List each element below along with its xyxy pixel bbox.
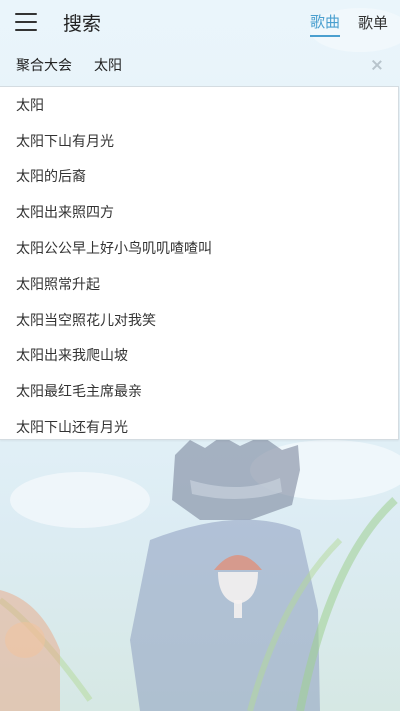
suggestion-item[interactable]: 太阳下山有月光 bbox=[0, 123, 398, 159]
suggestion-item[interactable]: 太阳最红毛主席最亲 bbox=[0, 373, 398, 409]
tab-playlists[interactable]: 歌单 bbox=[358, 8, 388, 37]
search-input[interactable] bbox=[94, 57, 344, 73]
source-selector[interactable]: 聚合大会 bbox=[16, 55, 72, 75]
hamburger-menu-icon[interactable] bbox=[15, 13, 37, 31]
tab-songs[interactable]: 歌曲 bbox=[309, 7, 340, 37]
suggestion-item[interactable]: 太阳下山还有月光 bbox=[0, 409, 398, 445]
page-title: 搜索 bbox=[63, 12, 102, 35]
suggestion-item[interactable]: 太阳 bbox=[0, 87, 398, 123]
suggestion-item[interactable]: 太阳的后裔 bbox=[0, 159, 398, 195]
search-screen: 搜索 歌曲 歌单 聚合大会 太阳 太阳下山有月光 太阳的后裔 太阳出来照四方 太… bbox=[0, 0, 400, 711]
suggestion-item[interactable]: 太阳出来我爬山坡 bbox=[0, 338, 398, 374]
suggestion-item[interactable]: 太阳当空照花儿对我笑 bbox=[0, 302, 398, 338]
search-bar: 聚合大会 bbox=[0, 46, 400, 84]
suggestion-item[interactable]: 太阳公公早上好小鸟叽叽喳喳叫 bbox=[0, 230, 398, 266]
suggestion-item[interactable]: 太阳照常升起 bbox=[0, 266, 398, 302]
close-icon[interactable] bbox=[370, 58, 384, 72]
search-type-tabs: 歌曲 歌单 bbox=[309, 7, 388, 37]
suggestion-list: 太阳 太阳下山有月光 太阳的后裔 太阳出来照四方 太阳公公早上好小鸟叽叽喳喳叫 … bbox=[0, 86, 399, 440]
app-header: 搜索 歌曲 歌单 bbox=[0, 0, 400, 44]
suggestion-item[interactable]: 太阳出来照四方 bbox=[0, 194, 398, 230]
